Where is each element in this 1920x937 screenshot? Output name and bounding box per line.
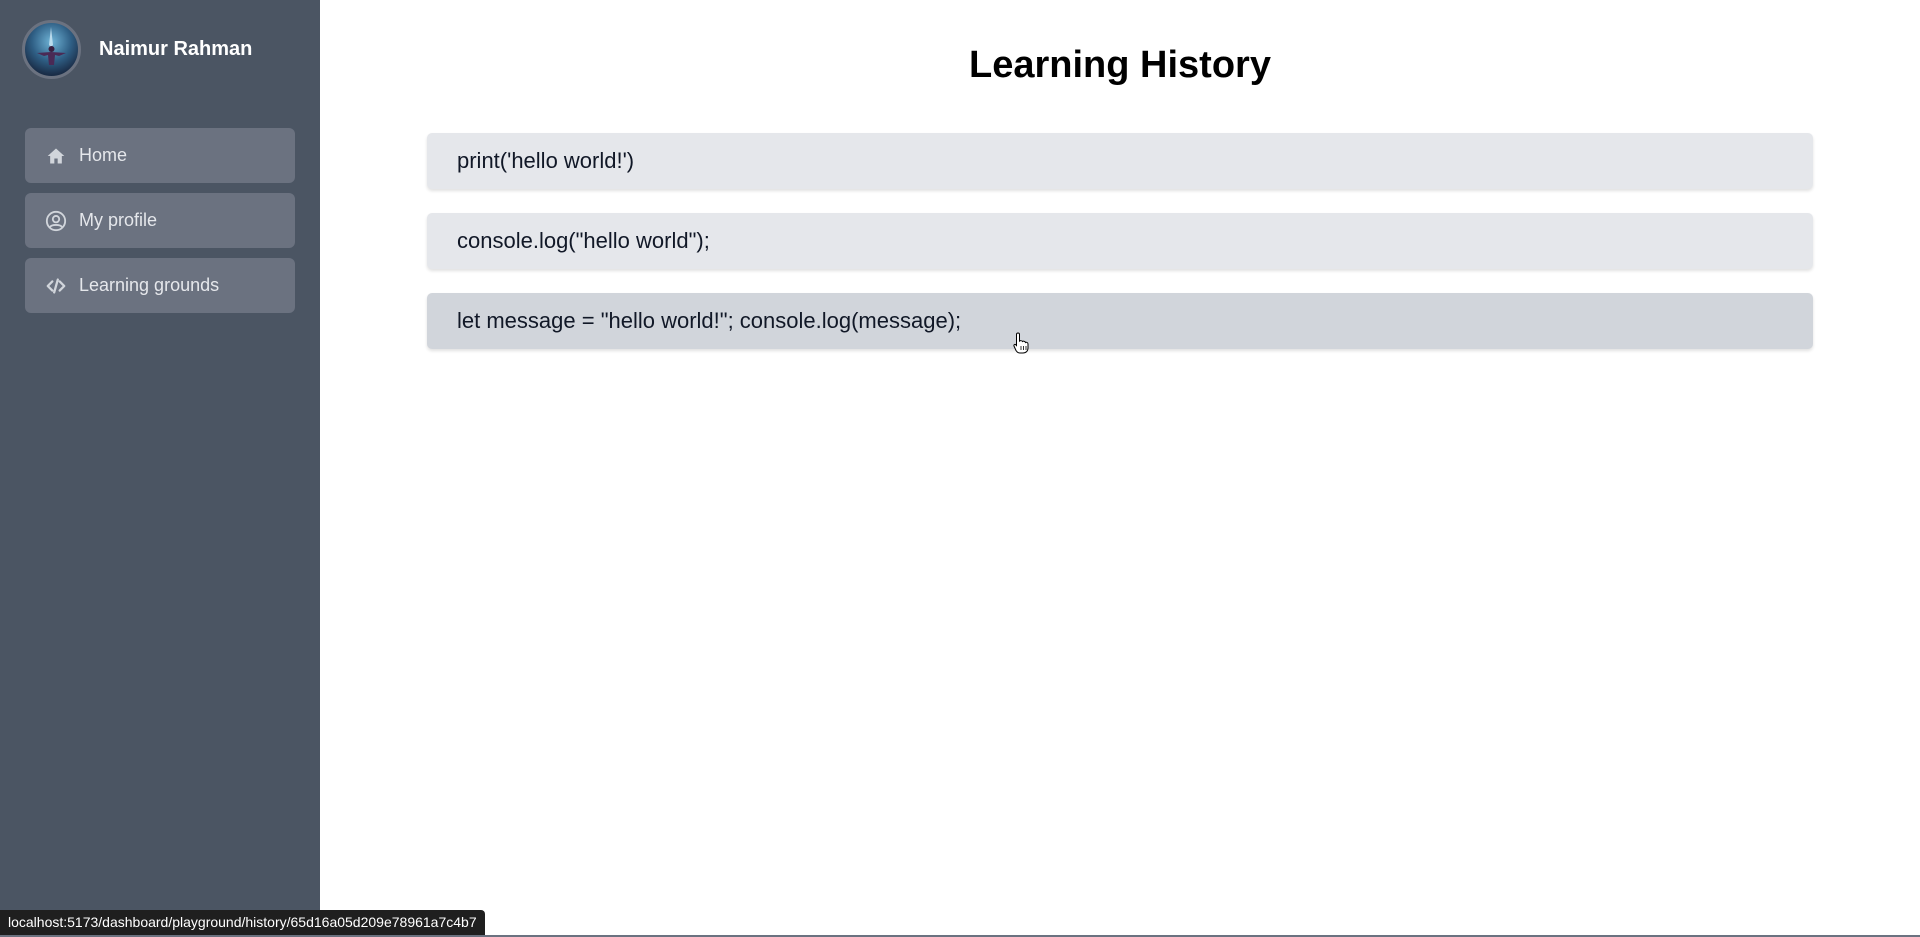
sidebar: Naimur Rahman Home My profile Learning g… xyxy=(0,0,320,937)
user-info: Naimur Rahman xyxy=(22,20,252,79)
sidebar-item-label: Learning grounds xyxy=(79,275,220,295)
main-content: Learning History print('hello world!') c… xyxy=(320,0,1920,937)
history-item[interactable]: print('hello world!') xyxy=(427,133,1813,189)
user-circle-icon xyxy=(45,210,67,232)
page-title: Learning History xyxy=(969,44,1271,86)
sidebar-item-learning-grounds[interactable]: Learning grounds xyxy=(25,258,295,313)
user-name: Naimur Rahman xyxy=(99,38,253,60)
hand-pointer-icon xyxy=(1013,332,1029,359)
avatar[interactable] xyxy=(22,20,81,79)
status-bar-url: localhost:5173/dashboard/playground/hist… xyxy=(0,910,485,935)
sidebar-item-my-profile[interactable]: My profile xyxy=(25,193,295,248)
history-item[interactable]: let message = "hello world!"; console.lo… xyxy=(427,293,1813,349)
history-item[interactable]: console.log("hello world"); xyxy=(427,213,1813,269)
history-list: print('hello world!') console.log("hello… xyxy=(427,133,1813,373)
sidebar-nav: Home My profile Learning grounds xyxy=(25,128,295,323)
sidebar-item-label: My profile xyxy=(79,210,158,230)
sidebar-item-label: Home xyxy=(79,145,128,165)
home-icon xyxy=(45,145,67,167)
code-icon xyxy=(45,275,67,297)
sidebar-item-home[interactable]: Home xyxy=(25,128,295,183)
